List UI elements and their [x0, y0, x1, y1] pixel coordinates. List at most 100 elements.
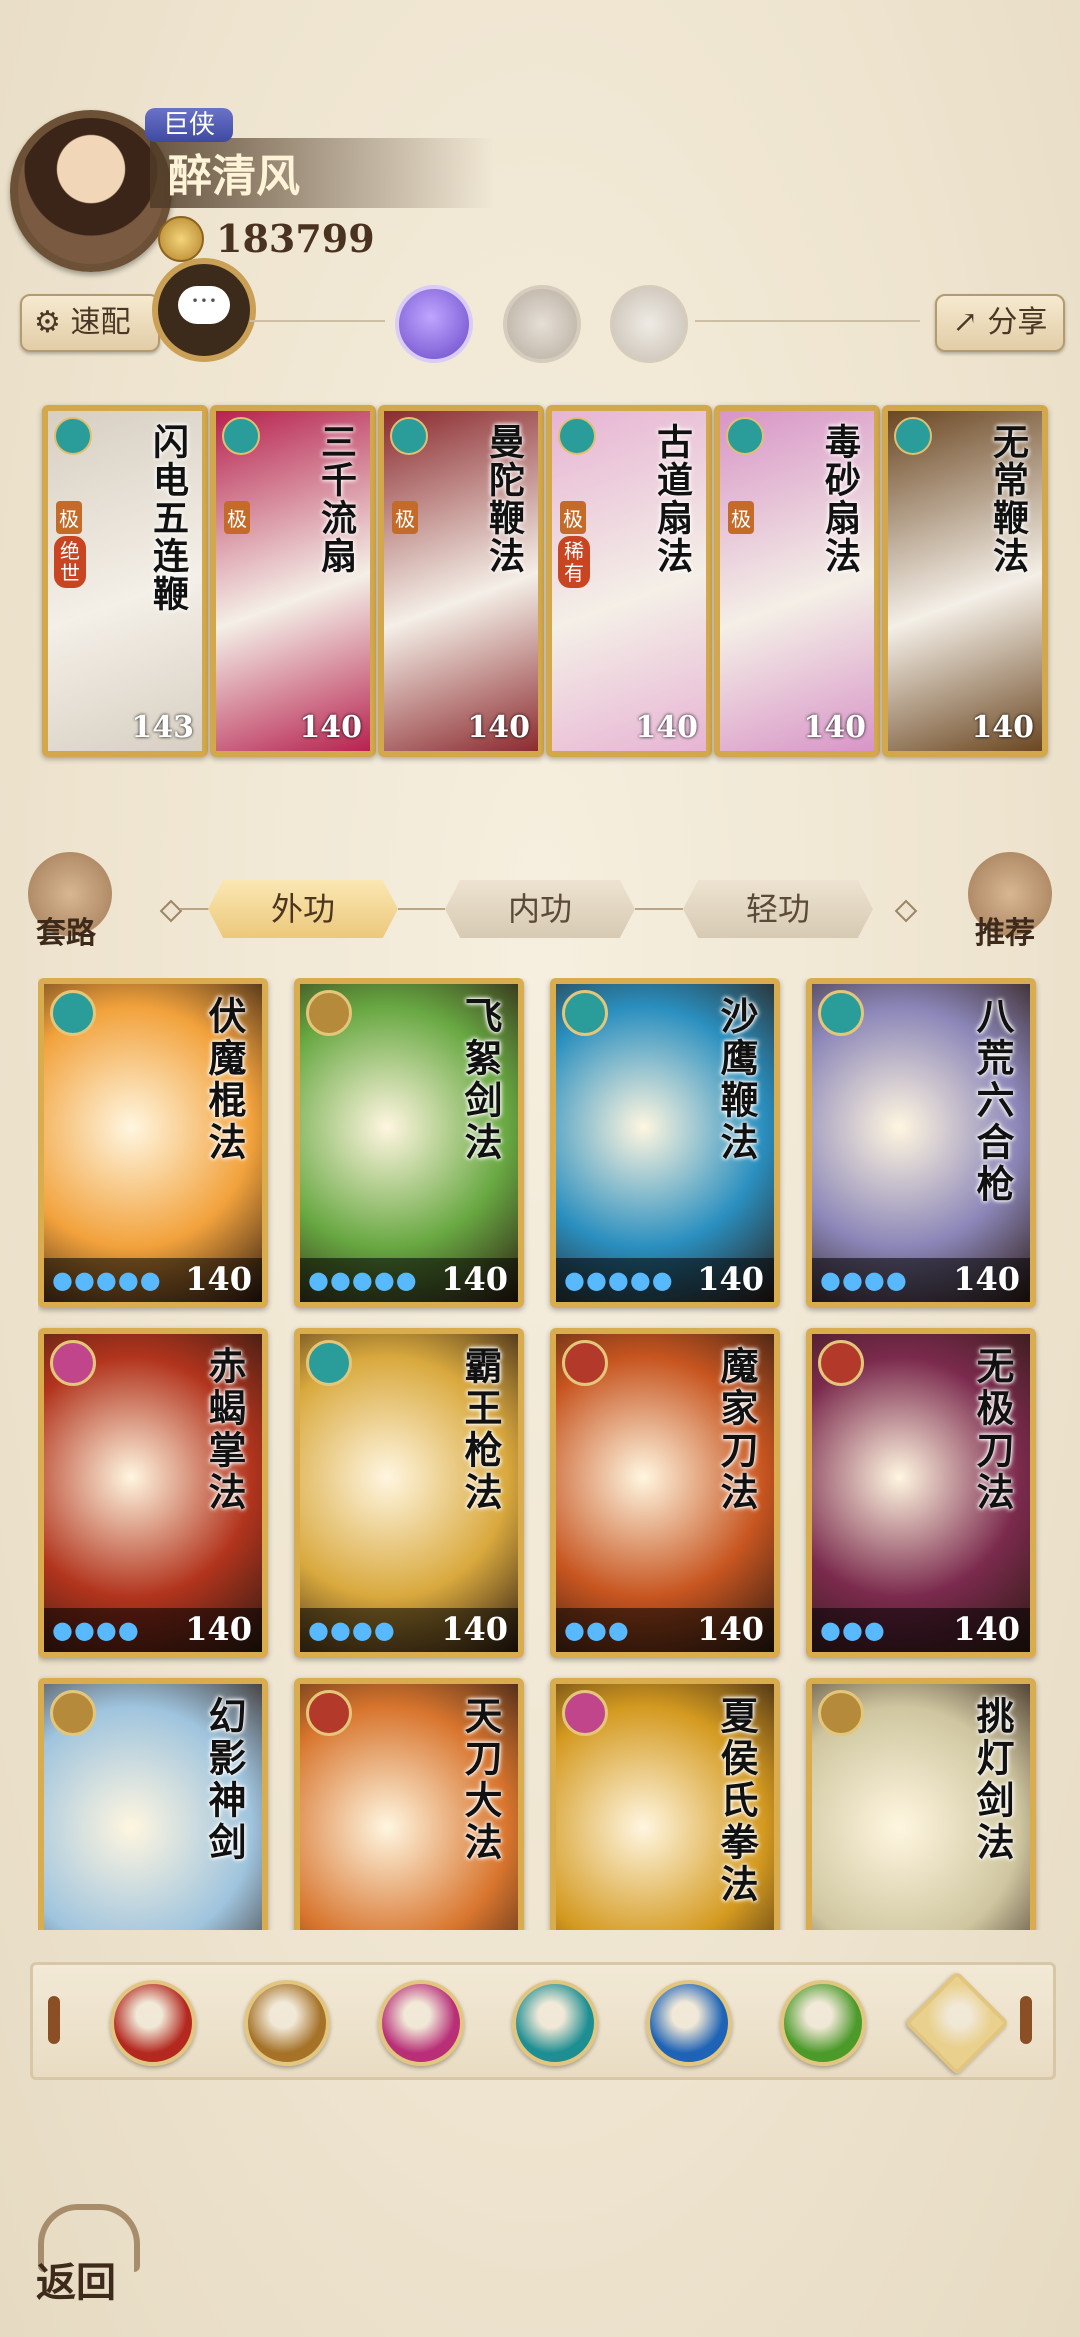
share-label: 分享	[987, 305, 1048, 340]
divider	[250, 320, 385, 322]
skill-card[interactable]: 八荒六合枪 ●●●● 140	[806, 978, 1036, 1308]
skill-card[interactable]: 飞絮剑法 ●●●●● 140	[294, 978, 524, 1308]
grade-tag: 极	[728, 501, 754, 534]
rank-dots: ●●●	[564, 1616, 630, 1644]
school-emblem-icon	[50, 990, 96, 1036]
skill-name: 沙鹰鞭法	[714, 996, 759, 1164]
bar-pin	[1020, 1996, 1032, 2044]
tab-crescent-icon[interactable]	[610, 285, 688, 363]
yinyang-icon[interactable]	[646, 1980, 732, 2066]
skill-name: 天刀大法	[458, 1696, 503, 1864]
skill-card[interactable]: 沙鹰鞭法 ●●●●● 140	[550, 978, 780, 1308]
skill-level: 140	[185, 1610, 252, 1648]
divider	[398, 908, 445, 910]
tab-qinggong[interactable]: 轻功	[683, 880, 873, 938]
equipped-skill-card[interactable]: 古道扇法极稀有 140	[546, 405, 712, 757]
equipped-skill-card[interactable]: 无常鞭法 140	[882, 405, 1048, 757]
skill-card[interactable]: 挑灯剑法	[806, 1678, 1036, 1930]
skill-card[interactable]: 伏魔棍法 ●●●●● 140	[38, 978, 268, 1308]
diamond-ornament	[894, 899, 918, 923]
grade-tag: 极	[392, 501, 418, 534]
title-badge: 巨侠	[145, 108, 233, 142]
tab-neigong[interactable]: 内功	[445, 880, 635, 938]
grade-tag: 极	[224, 501, 250, 534]
divider	[180, 908, 210, 910]
skill-card[interactable]: 霸王枪法 ●●●● 140	[294, 1328, 524, 1658]
grade-tag: 极	[560, 501, 586, 534]
skill-name: 幻影神剑	[202, 1696, 247, 1864]
skill-card[interactable]: 天刀大法	[294, 1678, 524, 1930]
school-emblem-icon	[50, 1690, 96, 1736]
whip-icon[interactable]	[780, 1980, 866, 2066]
rank-dots: ●●●●●	[564, 1266, 674, 1294]
school-emblem-icon	[818, 990, 864, 1036]
rank-dots: ●●●●	[308, 1616, 396, 1644]
skill-level: 140	[185, 1260, 252, 1298]
sword-icon[interactable]	[244, 1980, 330, 2066]
skill-name: 三千流扇	[315, 423, 357, 575]
skill-name: 伏魔棍法	[202, 996, 247, 1164]
skill-name: 闪电五连鞭	[147, 423, 189, 613]
equipped-skill-card[interactable]: 毒砂扇法极 140	[714, 405, 880, 757]
skill-name: 霸王枪法	[458, 1346, 503, 1514]
skill-name: 古道扇法	[651, 423, 693, 575]
tab-waigong[interactable]: 外功	[208, 880, 398, 938]
share-button[interactable]: ↗ 分享	[935, 294, 1065, 352]
school-emblem-icon	[306, 990, 352, 1036]
tab-sun-icon[interactable]	[503, 285, 581, 363]
skill-name: 挑灯剑法	[970, 1696, 1015, 1864]
skill-grid: 伏魔棍法 ●●●●● 140 飞絮剑法 ●●●●● 140 沙鹰鞭法 ●●●●● 140 八荒六合…	[38, 978, 1043, 1930]
skill-name: 夏侯氏拳法	[714, 1696, 759, 1906]
quick-match-button[interactable]: ⚙ 速配	[20, 294, 160, 352]
equipped-skill-card[interactable]: 曼陀鞭法极 140	[378, 405, 544, 757]
coin-icon	[158, 216, 204, 262]
equipped-skill-card[interactable]: 闪电五连鞭 极绝世 143	[42, 405, 208, 757]
school-emblem-icon	[306, 1340, 352, 1386]
school-emblem-icon	[894, 417, 932, 455]
chat-icon: ···	[178, 286, 230, 324]
school-emblem-icon	[306, 1690, 352, 1736]
school-emblem-icon	[562, 1690, 608, 1736]
school-emblem-icon	[390, 417, 428, 455]
skill-level: 140	[697, 1610, 764, 1648]
skill-card[interactable]: 夏侯氏拳法	[550, 1678, 780, 1930]
player-name: 醉清风	[168, 151, 300, 202]
skill-level: 140	[953, 1610, 1020, 1648]
skill-level: 140	[441, 1610, 508, 1648]
school-emblem-icon	[818, 1690, 864, 1736]
diamond-ornament	[159, 899, 183, 923]
currency-value: 183799	[216, 216, 375, 261]
rank-dots: ●●●	[820, 1616, 886, 1644]
rarity-tag: 稀有	[558, 536, 590, 588]
school-emblem-icon	[558, 417, 596, 455]
gear-icon: ⚙	[34, 305, 61, 340]
skill-card[interactable]: 魔家刀法 ●●● 140	[550, 1328, 780, 1658]
quick-match-label: 速配	[70, 305, 131, 340]
school-emblem-icon	[562, 1340, 608, 1386]
skill-card[interactable]: 幻影神剑	[38, 1678, 268, 1930]
skill-name: 八荒六合枪	[970, 996, 1015, 1206]
skill-level: 140	[467, 710, 530, 745]
equipped-skill-card[interactable]: 三千流扇极 140	[210, 405, 376, 757]
skill-level: 140	[441, 1260, 508, 1298]
skill-name: 曼陀鞭法	[483, 423, 525, 575]
routine-label: 套路	[36, 916, 96, 951]
palm-icon[interactable]	[378, 1980, 464, 2066]
rank-dots: ●●●●●	[308, 1266, 418, 1294]
skill-card[interactable]: 无极刀法 ●●● 140	[806, 1328, 1036, 1658]
skill-level: 140	[953, 1260, 1020, 1298]
skill-card[interactable]: 赤蝎掌法 ●●●● 140	[38, 1328, 268, 1658]
school-emblem-icon	[54, 417, 92, 455]
rank-dots: ●●●●●	[52, 1266, 162, 1294]
school-emblem-icon	[726, 417, 764, 455]
skill-level: 140	[299, 710, 362, 745]
school-emblem-icon	[818, 1340, 864, 1386]
rank-dots: ●●●●	[820, 1266, 908, 1294]
fan-icon[interactable]	[512, 1980, 598, 2066]
back-label: 返回	[36, 2259, 116, 2306]
saber-icon[interactable]	[110, 1980, 196, 2066]
tab-moon-icon[interactable]	[395, 285, 473, 363]
rarity-tag: 绝世	[54, 536, 86, 588]
skill-level: 140	[803, 710, 866, 745]
bar-pin	[48, 1996, 60, 2044]
